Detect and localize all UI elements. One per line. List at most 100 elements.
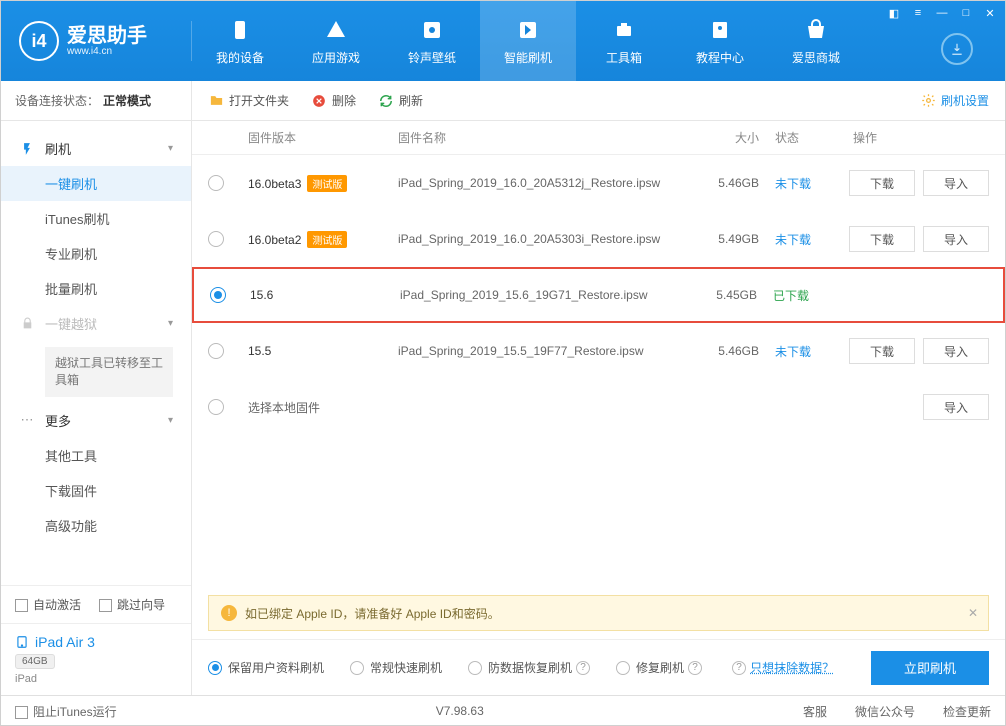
flash-option-1[interactable]: 常规快速刷机 xyxy=(350,659,442,676)
block-itunes-checkbox[interactable]: 阻止iTunes运行 xyxy=(15,703,117,720)
firmware-row[interactable]: 16.0beta3测试版iPad_Spring_2019_16.0_20A531… xyxy=(192,155,1005,211)
sidebar-item-more-2[interactable]: 高级功能 xyxy=(1,508,191,543)
flash-option-2[interactable]: 防数据恢复刷机? xyxy=(468,659,590,676)
row-radio[interactable] xyxy=(208,231,224,247)
firmware-status: 未下载 xyxy=(759,343,829,360)
sidebar-item-more-1[interactable]: 下载固件 xyxy=(1,473,191,508)
firmware-row[interactable]: 15.6 iPad_Spring_2019_15.6_19G71_Restore.… xyxy=(192,267,1005,323)
warning-icon: ! xyxy=(221,605,237,621)
footer-link-0[interactable]: 客服 xyxy=(803,703,827,720)
folder-icon xyxy=(208,93,224,109)
sidebar-cat-flash[interactable]: 刷机 ▾ xyxy=(1,131,191,166)
delete-button[interactable]: 删除 xyxy=(311,92,356,109)
help-icon[interactable]: ? xyxy=(576,661,590,675)
local-firmware-row[interactable]: 选择本地固件导入 xyxy=(192,379,1005,435)
help-icon[interactable]: ? xyxy=(688,661,702,675)
sidebar-item-flash-1[interactable]: iTunes刷机 xyxy=(1,201,191,236)
sidebar-item-flash-0[interactable]: 一键刷机 xyxy=(1,166,191,201)
firmware-version: 16.0beta3 xyxy=(248,177,301,191)
nav-tools[interactable]: 工具箱 xyxy=(576,1,672,81)
firmware-filename: iPad_Spring_2019_15.6_19G71_Restore.ipsw xyxy=(400,288,687,302)
nav-apps[interactable]: 应用游戏 xyxy=(288,1,384,81)
th-name[interactable]: 固件名称 xyxy=(398,129,689,146)
win-skin-button[interactable]: ◧ xyxy=(883,4,905,22)
flash-option-0[interactable]: 保留用户资料刷机 xyxy=(208,659,324,676)
toolbar: 打开文件夹 删除 刷新 刷机设置 xyxy=(192,81,1005,121)
device-type: iPad xyxy=(15,673,177,685)
flash-icon xyxy=(515,17,541,43)
download-button[interactable]: 下载 xyxy=(849,170,915,196)
sidebar-cat-jailbreak[interactable]: 一键越狱 ▾ xyxy=(1,306,191,341)
jailbreak-note: 越狱工具已转移至工具箱 xyxy=(45,347,173,397)
win-maximize-button[interactable]: □ xyxy=(955,4,977,22)
sidebar-options: 自动激活 跳过向导 xyxy=(1,585,191,623)
row-radio[interactable] xyxy=(208,343,224,359)
import-button[interactable]: 导入 xyxy=(923,338,989,364)
radio-icon xyxy=(616,661,630,675)
refresh-button[interactable]: 刷新 xyxy=(378,92,423,109)
lock-icon xyxy=(19,316,35,332)
skip-guide-checkbox[interactable]: 跳过向导 xyxy=(99,596,165,613)
nav-device[interactable]: 我的设备 xyxy=(192,1,288,81)
footer-link-1[interactable]: 微信公众号 xyxy=(855,703,915,720)
nav-flash[interactable]: 智能刷机 xyxy=(480,1,576,81)
sidebar: 设备连接状态： 正常模式 刷机 ▾ 一键刷机iTunes刷机专业刷机批量刷机 一… xyxy=(1,81,192,695)
sidebar-item-flash-2[interactable]: 专业刷机 xyxy=(1,236,191,271)
chevron-down-icon: ▾ xyxy=(168,318,173,329)
sidebar-item-flash-3[interactable]: 批量刷机 xyxy=(1,271,191,306)
chevron-down-icon: ▾ xyxy=(168,143,173,154)
download-button[interactable]: 下载 xyxy=(849,338,915,364)
th-size[interactable]: 大小 xyxy=(689,129,759,146)
notice-close-button[interactable]: ✕ xyxy=(968,606,978,620)
row-radio[interactable] xyxy=(208,175,224,191)
more-icon: ⋯ xyxy=(19,412,35,428)
row-radio[interactable] xyxy=(208,399,224,415)
import-button[interactable]: 导入 xyxy=(923,170,989,196)
connection-status: 设备连接状态： 正常模式 xyxy=(1,81,191,121)
erase-only-link[interactable]: 只想抹除数据？ xyxy=(750,659,834,676)
device-storage-badge: 64GB xyxy=(15,654,55,669)
footer-link-2[interactable]: 检查更新 xyxy=(943,703,991,720)
firmware-size: 5.49GB xyxy=(689,232,759,246)
sidebar-item-more-0[interactable]: 其他工具 xyxy=(1,438,191,473)
firmware-row[interactable]: 16.0beta2测试版iPad_Spring_2019_16.0_20A530… xyxy=(192,211,1005,267)
flash-settings-button[interactable]: 刷机设置 xyxy=(921,92,989,109)
firmware-size: 5.45GB xyxy=(687,288,757,302)
radio-icon xyxy=(468,661,482,675)
sidebar-cat-more[interactable]: ⋯ 更多 ▾ xyxy=(1,403,191,438)
th-action: 操作 xyxy=(829,129,989,146)
firmware-row[interactable]: 15.5iPad_Spring_2019_15.5_19F77_Restore.… xyxy=(192,323,1005,379)
th-status[interactable]: 状态 xyxy=(759,129,829,146)
delete-icon xyxy=(311,93,327,109)
import-button[interactable]: 导入 xyxy=(923,394,989,420)
nav-store[interactable]: 爱思商城 xyxy=(768,1,864,81)
import-button[interactable]: 导入 xyxy=(923,226,989,252)
win-minimize-button[interactable]: — xyxy=(931,4,953,22)
nav-music[interactable]: 铃声壁纸 xyxy=(384,1,480,81)
win-menu-button[interactable]: ≡ xyxy=(907,4,929,22)
flash-option-3[interactable]: 修复刷机? xyxy=(616,659,702,676)
radio-icon xyxy=(350,661,364,675)
firmware-version: 15.6 xyxy=(250,288,273,302)
apple-id-notice: ! 如已绑定 Apple ID，请准备好 Apple ID和密码。 ✕ xyxy=(208,595,989,631)
firmware-filename: iPad_Spring_2019_16.0_20A5303i_Restore.i… xyxy=(398,232,689,246)
auto-activate-checkbox[interactable]: 自动激活 xyxy=(15,596,81,613)
download-indicator-icon[interactable] xyxy=(941,33,973,65)
device-name: iPad Air 3 xyxy=(15,634,177,650)
help-icon[interactable]: ? xyxy=(732,661,746,675)
nav-book[interactable]: 教程中心 xyxy=(672,1,768,81)
music-icon xyxy=(419,17,445,43)
download-button[interactable]: 下载 xyxy=(849,226,915,252)
sidebar-cat-label: 一键越狱 xyxy=(45,314,97,333)
row-radio[interactable] xyxy=(210,287,226,303)
window-controls: ◧ ≡ — □ ✕ xyxy=(883,4,1001,22)
flash-now-button[interactable]: 立即刷机 xyxy=(871,651,989,685)
open-folder-button[interactable]: 打开文件夹 xyxy=(208,92,289,109)
beta-badge: 测试版 xyxy=(307,231,347,248)
th-version[interactable]: 固件版本 xyxy=(248,129,398,146)
device-info[interactable]: iPad Air 3 64GB iPad xyxy=(1,623,191,695)
win-close-button[interactable]: ✕ xyxy=(979,4,1001,22)
flash-icon xyxy=(19,141,35,157)
apps-icon xyxy=(323,17,349,43)
firmware-filename: iPad_Spring_2019_16.0_20A5312j_Restore.i… xyxy=(398,176,689,190)
